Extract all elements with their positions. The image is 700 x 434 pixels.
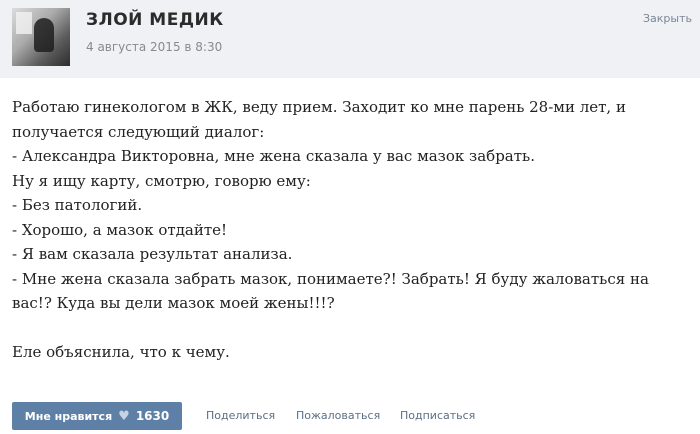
post-footer: Мне нравится ♥ 1630 Поделиться Пожаловат… xyxy=(0,400,700,434)
post-closing-line: Еле объяснила, что к чему. xyxy=(12,342,230,361)
report-link[interactable]: Пожаловаться xyxy=(296,409,380,422)
post-line: - Мне жена сказала забрать мазок, понима… xyxy=(12,269,649,288)
author-name[interactable]: ЗЛОЙ МЕДИК xyxy=(86,10,224,30)
post-line: - Александра Викторовна, мне жена сказал… xyxy=(12,147,535,165)
post-line: - Без патологий. xyxy=(12,196,143,214)
post-text: Работаю гинекологом в ЖК, веду прием. За… xyxy=(12,95,692,364)
close-link[interactable]: Закрыть xyxy=(643,12,692,25)
like-count: 1630 xyxy=(135,409,170,423)
post-date[interactable]: 4 августа 2015 в 8:30 xyxy=(86,40,222,54)
subscribe-link[interactable]: Подписаться xyxy=(400,409,475,422)
post-line: Ну я ищу карту, смотрю, говорю ему: xyxy=(12,171,311,190)
post-line: получается следующий диалог: xyxy=(12,122,265,141)
like-button[interactable]: Мне нравится ♥ 1630 xyxy=(12,402,182,430)
post-header: ЗЛОЙ МЕДИК 4 августа 2015 в 8:30 Закрыть xyxy=(0,0,700,78)
post-line: вас!? Куда вы дели мазок моей жены!!!? xyxy=(12,294,335,312)
share-link[interactable]: Поделиться xyxy=(206,409,275,422)
post-line: - Хорошо, а мазок отдайте! xyxy=(12,220,228,239)
post-line: Работаю гинекологом в ЖК, веду прием. За… xyxy=(12,98,626,116)
post-line: - Я вам сказала результат анализа. xyxy=(12,245,293,263)
avatar[interactable] xyxy=(12,8,70,66)
heart-icon: ♥ xyxy=(118,408,130,424)
avatar-window-shape xyxy=(16,12,32,34)
avatar-figure-shape xyxy=(34,18,54,52)
like-label: Мне нравится xyxy=(24,409,113,423)
